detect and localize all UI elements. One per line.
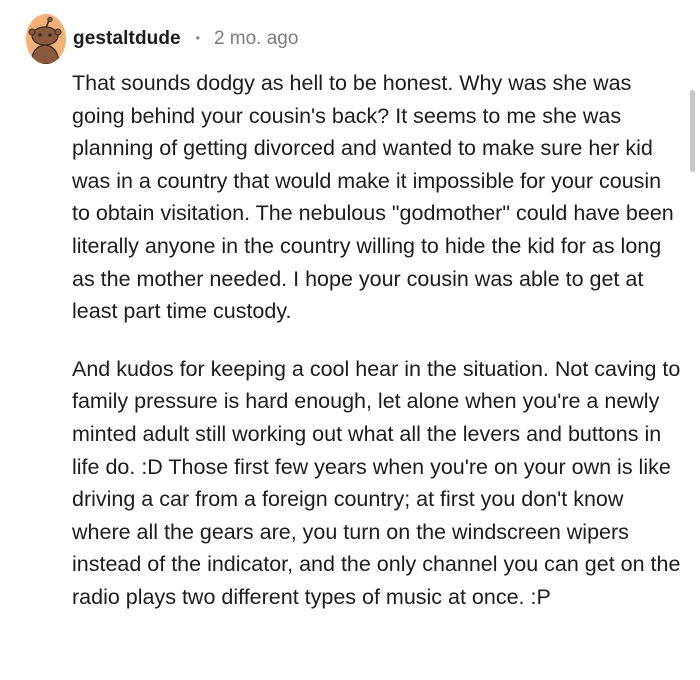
username[interactable]: gestaltdude xyxy=(73,28,181,50)
comment: gestaltdude • 2 mo. ago That sounds dodg… xyxy=(0,0,700,680)
comment-body: That sounds dodgy as hell to be honest. … xyxy=(72,67,682,614)
timestamp: 2 mo. ago xyxy=(213,28,299,49)
avatar[interactable] xyxy=(26,14,66,64)
separator-dot: • xyxy=(195,31,200,45)
comment-paragraph: And kudos for keeping a cool hear in the… xyxy=(72,356,681,609)
reddit-snoo-avatar-icon xyxy=(26,14,66,64)
comment-paragraph: That sounds dodgy as hell to be honest. … xyxy=(72,71,674,324)
scrollbar[interactable] xyxy=(690,90,695,172)
comment-header: gestaltdude • 2 mo. ago xyxy=(26,13,298,65)
